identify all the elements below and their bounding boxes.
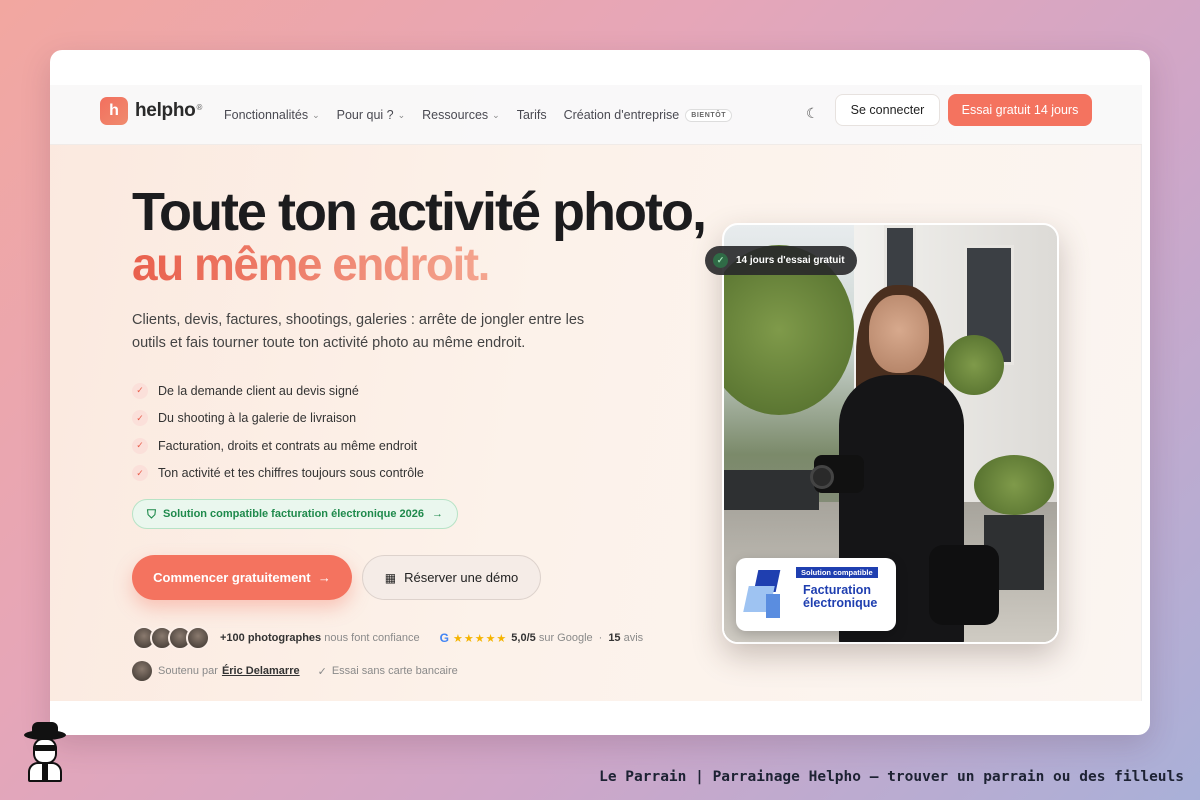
avatar <box>186 626 210 650</box>
trial-badge: ✓ 14 jours d'essai gratuit <box>705 246 857 275</box>
chevron-down-icon: ⌄ <box>312 109 320 120</box>
page-caption: Le Parrain | Parrainage Helpho — trouver… <box>599 769 1184 785</box>
supported-by: Soutenu par Éric Delamarre ✓ Essai sans … <box>132 661 458 681</box>
supporter-link[interactable]: Éric Delamarre <box>222 665 300 677</box>
login-button[interactable]: Se connecter <box>835 94 940 126</box>
main-menu: Fonctionnalités ⌄ Pour qui ? ⌄ Ressources ⌄… <box>224 85 749 145</box>
menu-item-fonctionnalites[interactable]: Fonctionnalités ⌄ <box>224 108 320 122</box>
check-icon: ✓ <box>713 253 728 268</box>
list-item: ✓ Du shooting à la galerie de livraison <box>132 405 424 433</box>
browser-frame: h helpho® Fonctionnalités ⌄ Pour qui ? ⌄ R… <box>50 50 1150 735</box>
check-icon: ✓ <box>132 410 148 427</box>
chevron-down-icon: ⌄ <box>492 109 500 120</box>
hero-title-line2: au même endroit. <box>132 238 490 290</box>
moon-icon[interactable]: ☾ <box>806 105 819 122</box>
hero-title-line1: Toute ton activité photo, <box>132 182 707 242</box>
logo[interactable]: h helpho® <box>100 97 202 125</box>
check-icon: ✓ <box>317 665 327 678</box>
menu-item-creation-entreprise[interactable]: Création d'entreprise BIENTÔT <box>564 108 733 122</box>
chevron-down-icon: ⌄ <box>397 109 406 120</box>
google-icon: G <box>439 631 449 645</box>
avatar-stack <box>132 626 210 650</box>
arrow-right-icon: → <box>432 508 444 520</box>
shield-icon: ⛉ <box>147 506 157 521</box>
logo-mark-icon: h <box>100 97 128 125</box>
mascot-logo-icon <box>20 722 70 783</box>
top-nav: h helpho® Fonctionnalités ⌄ Pour qui ? ⌄ R… <box>50 85 1142 145</box>
check-icon: ✓ <box>132 465 148 482</box>
logo-text: helpho® <box>135 100 203 121</box>
calendar-icon: ▦ <box>384 570 397 585</box>
hero-subtitle: Clients, devis, factures, shootings, gal… <box>132 312 585 351</box>
arrow-right-icon: → <box>317 570 331 585</box>
landing-page: h helpho® Fonctionnalités ⌄ Pour qui ? ⌄ R… <box>50 85 1142 701</box>
e-invoicing-compliance-link[interactable]: ⛉ Solution compatible facturation électr… <box>132 499 459 529</box>
menu-item-pour-qui[interactable]: Pour qui ? ⌄ <box>337 108 406 122</box>
book-demo-button[interactable]: ▦ Réserver une démo <box>362 555 541 600</box>
social-proof: +100 photographes nous font confiance G … <box>132 626 643 650</box>
soon-badge: BIENTÔT <box>685 108 733 122</box>
e-invoicing-badge: Solution compatible Facturation électroni… <box>736 558 896 631</box>
check-icon: ✓ <box>132 437 148 454</box>
menu-item-tarifs[interactable]: Tarifs <box>517 108 547 122</box>
menu-item-ressources[interactable]: Ressources ⌄ <box>422 108 500 122</box>
check-icon: ✓ <box>132 382 148 399</box>
list-item: ✓ Ton activité et tes chiffres toujours s… <box>132 460 424 488</box>
avatar <box>132 661 152 681</box>
facturation-electronique-logo-icon <box>743 570 794 622</box>
feature-list: ✓ De la demande client au devis signé ✓ Du… <box>132 377 424 487</box>
rating-stars: ★★★★★ <box>452 632 508 645</box>
list-item: ✓ De la demande client au devis signé <box>132 377 424 405</box>
free-trial-button[interactable]: Essai gratuit 14 jours <box>948 94 1092 126</box>
start-free-button[interactable]: Commencer gratuitement → <box>132 555 352 600</box>
list-item: ✓ Facturation, droits et contrats au même… <box>132 432 424 460</box>
